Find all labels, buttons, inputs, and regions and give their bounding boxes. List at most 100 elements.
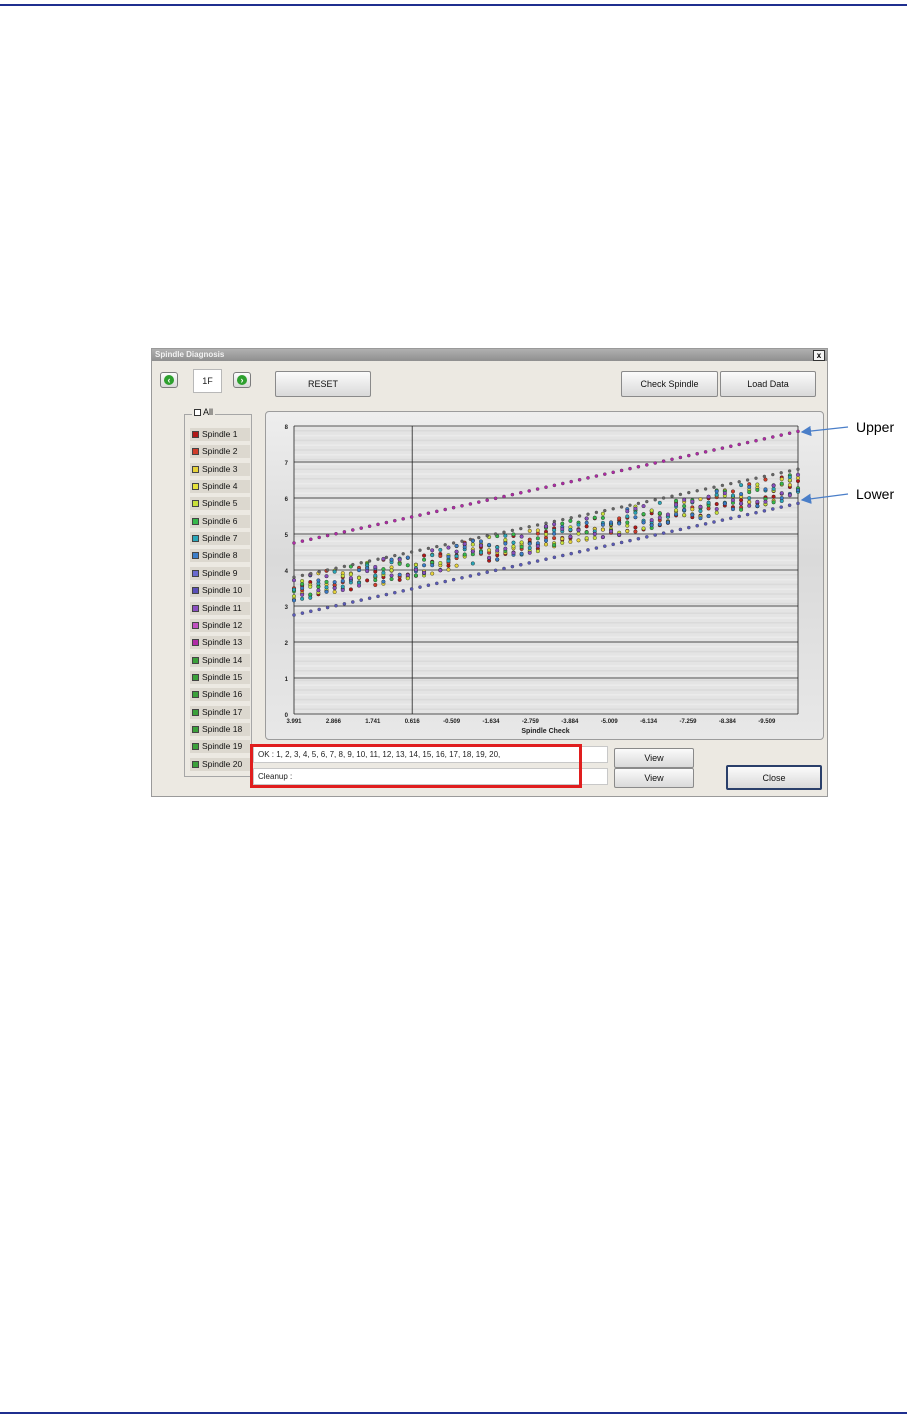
- upper-limit-point: [661, 459, 666, 463]
- spindle-checkbox-12[interactable]: Spindle 12: [190, 618, 250, 632]
- spindle-color-swatch[interactable]: [192, 535, 199, 543]
- measurement-point: [633, 525, 638, 530]
- spindle-checkbox-3[interactable]: Spindle 3: [190, 462, 250, 476]
- spindle-checkbox-10[interactable]: Spindle 10: [190, 584, 250, 598]
- spindle-color-swatch[interactable]: [192, 656, 199, 664]
- spindle-color-swatch[interactable]: [192, 708, 199, 716]
- spindle-checkbox-7[interactable]: Spindle 7: [190, 532, 250, 546]
- prev-floor-button[interactable]: ‹: [160, 372, 178, 388]
- measurement-point: [430, 548, 435, 553]
- close-button[interactable]: Close: [726, 765, 822, 790]
- measurement-point: [357, 568, 362, 573]
- spindle-color-swatch[interactable]: [192, 743, 199, 751]
- spindle-color-swatch[interactable]: [192, 483, 199, 491]
- spindle-checkbox-4[interactable]: Spindle 4: [190, 480, 250, 494]
- x-tick-label: 3.991: [286, 719, 302, 725]
- upper-limit-point: [317, 535, 321, 540]
- measurement-point: [576, 531, 581, 536]
- spindle-checkbox-1[interactable]: Spindle 1: [190, 428, 250, 441]
- spindle-checkbox-13[interactable]: Spindle 13: [190, 636, 250, 650]
- measurement-point: [454, 554, 459, 559]
- spindle-color-swatch[interactable]: [192, 448, 199, 456]
- spindle-color-swatch[interactable]: [192, 691, 199, 699]
- measurement-point: [446, 545, 451, 550]
- spindle-checkbox-20[interactable]: Spindle 20: [190, 757, 250, 771]
- spindle-checkbox-5[interactable]: Spindle 5: [190, 497, 250, 511]
- lower-limit-point: [762, 509, 767, 513]
- x-tick-label: 1.741: [365, 719, 381, 725]
- view-ok-button[interactable]: View: [614, 748, 694, 768]
- x-tick-label: -9.509: [758, 719, 776, 725]
- spindle-color-swatch[interactable]: [192, 517, 199, 525]
- spindle-color-swatch[interactable]: [192, 431, 199, 438]
- measurement-point: [690, 499, 695, 504]
- spindle-color-swatch[interactable]: [192, 639, 199, 647]
- close-icon[interactable]: x: [813, 350, 825, 361]
- lower-limit-point: [334, 603, 338, 608]
- window-title: Spindle Diagnosis: [155, 350, 225, 359]
- upper-limit-point: [468, 502, 473, 506]
- spindle-checkbox-16[interactable]: Spindle 16: [190, 688, 250, 702]
- measurement-point: [592, 515, 597, 520]
- spindle-label: Spindle 11: [202, 602, 242, 613]
- upper-band-point: [468, 537, 473, 542]
- upper-band-point: [527, 525, 531, 529]
- upper-limit-point: [510, 492, 515, 497]
- spindle-color-swatch[interactable]: [192, 465, 199, 473]
- lower-limit-point: [544, 557, 548, 561]
- bottom-rule: [0, 1412, 907, 1414]
- spindle-color-swatch[interactable]: [192, 587, 199, 595]
- measurement-point: [771, 494, 776, 499]
- reset-button[interactable]: RESET: [275, 371, 371, 397]
- upper-limit-point: [594, 474, 599, 478]
- measurement-point: [698, 516, 703, 521]
- upper-band-point: [594, 510, 599, 515]
- upper-band-point: [703, 487, 708, 491]
- spindle-color-swatch[interactable]: [192, 760, 199, 768]
- spindle-color-swatch[interactable]: [192, 621, 199, 629]
- view-cleanup-button[interactable]: View: [614, 768, 694, 788]
- next-floor-button[interactable]: ›: [233, 372, 251, 388]
- measurement-point: [373, 582, 378, 587]
- all-checkbox[interactable]: All: [192, 407, 216, 417]
- measurement-point: [730, 493, 735, 498]
- check-spindle-button[interactable]: Check Spindle: [621, 371, 718, 397]
- spindle-color-swatch[interactable]: [192, 604, 199, 612]
- spindle-checkbox-15[interactable]: Spindle 15: [190, 670, 250, 684]
- lower-limit-point: [561, 553, 565, 558]
- spindle-checkbox-19[interactable]: Spindle 19: [190, 740, 250, 754]
- spindle-color-swatch[interactable]: [192, 552, 199, 560]
- lower-limit-point: [460, 576, 464, 580]
- upper-limit-point: [351, 528, 355, 532]
- upper-limit-point: [737, 442, 741, 447]
- measurement-point: [706, 514, 711, 519]
- upper-band-point: [300, 573, 305, 578]
- measurement-point: [527, 528, 532, 533]
- spindle-checkbox-14[interactable]: Spindle 14: [190, 653, 250, 667]
- lower-limit-point: [502, 566, 506, 571]
- spindle-checkbox-2[interactable]: Spindle 2: [190, 445, 250, 459]
- spindle-checkbox-11[interactable]: Spindle 11: [190, 601, 250, 615]
- spindle-checkbox-18[interactable]: Spindle 18: [190, 722, 250, 736]
- upper-band-point: [342, 564, 347, 569]
- spindle-label: Spindle 6: [202, 515, 238, 526]
- measurement-point: [495, 548, 500, 553]
- lower-limit-point: [712, 520, 716, 524]
- spindle-checkbox-8[interactable]: Spindle 8: [190, 549, 250, 563]
- measurement-point: [755, 503, 760, 508]
- measurement-point: [300, 596, 305, 601]
- all-checkbox-box[interactable]: [194, 408, 201, 416]
- upper-band-point: [485, 534, 489, 538]
- measurement-point: [332, 589, 337, 594]
- spindle-checkbox-6[interactable]: Spindle 6: [190, 514, 250, 528]
- measurement-point: [633, 510, 638, 515]
- spindle-color-swatch[interactable]: [192, 673, 199, 681]
- x-tick-label: -8.384: [719, 719, 737, 725]
- upper-band-point: [351, 562, 355, 567]
- spindle-color-swatch[interactable]: [192, 725, 199, 733]
- spindle-color-swatch[interactable]: [192, 500, 199, 508]
- spindle-checkbox-17[interactable]: Spindle 17: [190, 705, 250, 719]
- load-data-button[interactable]: Load Data: [720, 371, 816, 397]
- spindle-color-swatch[interactable]: [192, 569, 199, 577]
- spindle-checkbox-9[interactable]: Spindle 9: [190, 566, 250, 580]
